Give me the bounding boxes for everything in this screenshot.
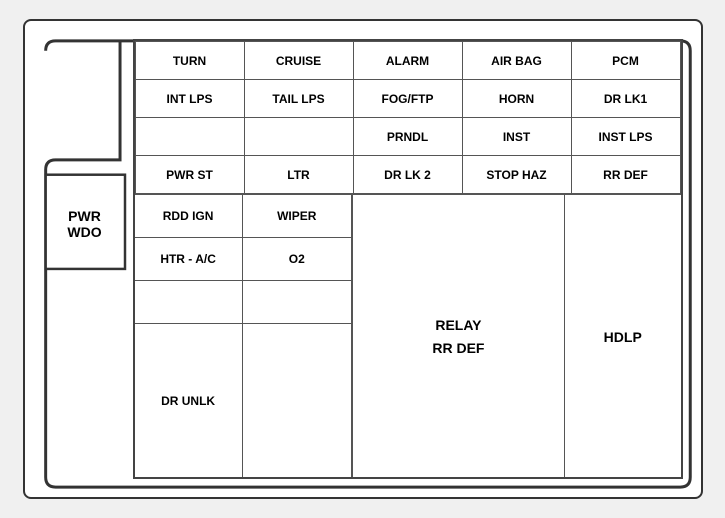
- cell-empty2: [244, 118, 353, 156]
- cell-pcm: PCM: [571, 42, 680, 80]
- cell-rddign: RDD IGN: [135, 195, 243, 237]
- cell-horn: HORN: [462, 80, 571, 118]
- cell-drlk1: DR LK1: [571, 80, 680, 118]
- cell-htrac: HTR - A/C: [135, 238, 243, 280]
- cell-pwrst: PWR ST: [135, 156, 244, 194]
- cell-empty1: [135, 118, 244, 156]
- table-row: TURN CRUISE ALARM AIR BAG PCM: [135, 42, 680, 80]
- cell-wiper: WIPER: [243, 195, 351, 237]
- cell-turn: TURN: [135, 42, 244, 80]
- cell-drunlk: DR UNLK: [135, 324, 243, 478]
- table-row: INT LPS TAIL LPS FOG/FTP HORN DR LK1: [135, 80, 680, 118]
- cell-prndl: PRNDL: [353, 118, 462, 156]
- cell-ltr: LTR: [244, 156, 353, 194]
- cell-inst: INST: [462, 118, 571, 156]
- cell-relay-rrdef: RELAYRR DEF: [353, 195, 565, 478]
- cell-instlps: INST LPS: [571, 118, 680, 156]
- cell-fogftp: FOG/FTP: [353, 80, 462, 118]
- pwr-label: PWR: [68, 208, 101, 224]
- cell-cruise: CRUISE: [244, 42, 353, 80]
- cell-airbag: AIR BAG: [462, 42, 571, 80]
- pwr-wdo-box: PWR WDO: [45, 176, 125, 271]
- cell-intlps: INT LPS: [135, 80, 244, 118]
- table-row: PWR ST LTR DR LK 2 STOP HAZ RR DEF: [135, 156, 680, 194]
- cell-stophaz: STOP HAZ: [462, 156, 571, 194]
- wdo-label: WDO: [67, 224, 101, 240]
- cell-hdlp: HDLP: [565, 195, 681, 478]
- table-row: PRNDL INST INST LPS: [135, 118, 680, 156]
- cell-drlk2: DR LK 2: [353, 156, 462, 194]
- fuse-diagram: PWR WDO TURN CRUISE ALARM AIR BAG PCM IN…: [23, 19, 703, 499]
- cell-empty-bl1: [135, 281, 243, 323]
- cell-rrdef: RR DEF: [571, 156, 680, 194]
- cell-empty-bl3: [243, 324, 351, 478]
- cell-taillps: TAIL LPS: [244, 80, 353, 118]
- cell-empty-bl2: [243, 281, 351, 323]
- cell-alarm: ALARM: [353, 42, 462, 80]
- cell-o2: O2: [243, 238, 351, 280]
